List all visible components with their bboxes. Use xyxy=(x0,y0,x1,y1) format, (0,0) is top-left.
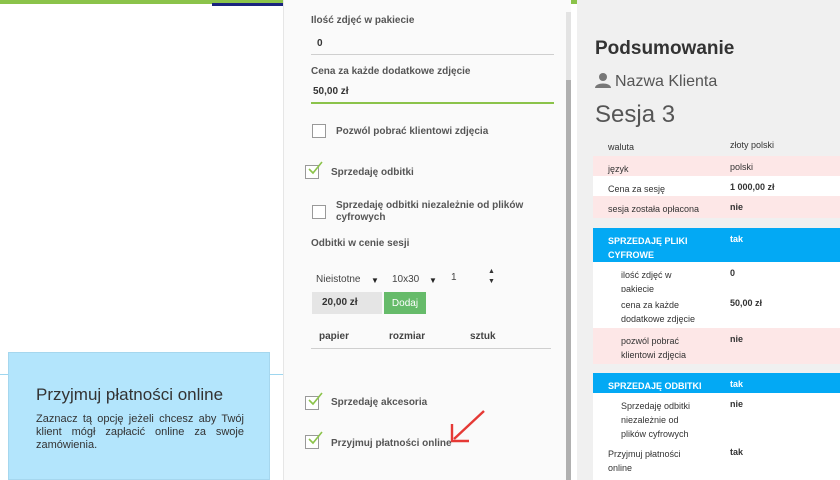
sell-accessories-label: Sprzedaję akcesoria xyxy=(331,397,428,408)
summary-key: Cena za sesję xyxy=(608,184,666,194)
add-print-button[interactable]: Dodaj xyxy=(384,292,426,314)
summary-value: tak xyxy=(730,447,744,457)
online-payments-checkbox[interactable] xyxy=(305,431,323,449)
column-header-size: rozmiar xyxy=(389,331,426,342)
summary-value: 0 xyxy=(730,268,736,278)
checkmark-icon xyxy=(308,431,323,445)
summary-panel: Podsumowanie Nazwa Klienta Sesja 3 walut… xyxy=(577,0,840,480)
tooltip-title: Przyjmuj płatności online xyxy=(36,385,224,404)
summary-value: 1 000,00 zł xyxy=(730,182,775,192)
summary-value: tak xyxy=(730,379,744,389)
sell-prints-independent-checkbox[interactable] xyxy=(312,205,326,219)
red-arrow-pointer-icon xyxy=(450,410,485,443)
sell-prints-checkbox[interactable] xyxy=(305,161,323,179)
paper-select[interactable]: Nieistotne xyxy=(316,274,360,285)
summary-row-online-payments: Przyjmuj płatności online tak xyxy=(593,441,840,480)
photos-count-label: Ilość zdjęć w pakiecie xyxy=(311,15,415,26)
summary-value: nie xyxy=(730,399,744,409)
summary-value: nie xyxy=(730,334,744,344)
summary-value: 50,00 zł xyxy=(730,298,763,308)
summary-title: Podsumowanie xyxy=(595,38,735,59)
extra-photo-price-input[interactable]: 50,00 zł xyxy=(313,86,349,97)
summary-row-language: język polski xyxy=(593,156,840,176)
summary-row-extra-photo-price: cena za każde dodatkowe zdjęcie 50,00 zł xyxy=(593,292,840,328)
prints-table-divider xyxy=(311,348,551,349)
client-name-text: Nazwa Klienta xyxy=(615,73,718,90)
quantity-down-icon[interactable]: ▼ xyxy=(488,278,495,285)
column-header-quantity: sztuk xyxy=(470,331,496,342)
summary-row-session-price: Cena za sesję 1 000,00 zł xyxy=(593,176,840,196)
session-settings-form: Ilość zdjęć w pakiecie 0 Cena za każde d… xyxy=(283,0,570,480)
summary-row-prints-independent: Sprzedaję odbitki niezależnie od plików … xyxy=(593,393,840,441)
paper-select-chevron-icon[interactable]: ▼ xyxy=(371,276,379,285)
user-icon xyxy=(595,73,611,88)
photos-count-underline xyxy=(311,54,554,55)
allow-download-checkbox[interactable] xyxy=(312,124,326,138)
tooltip-text: Zaznacz tą opcję jeżeli chcesz aby Twój … xyxy=(36,413,244,451)
help-tooltip: Przyjmuj płatności online Zaznacz tą opc… xyxy=(8,352,270,480)
summary-row-photos-count: ilość zdjęć w pakiecie 0 xyxy=(593,262,840,294)
summary-row-allow-download: pozwól pobrać klientowi zdjęcia nie xyxy=(593,328,840,364)
quantity-up-icon[interactable]: ▲ xyxy=(488,268,495,275)
extra-photo-price-underline xyxy=(311,102,554,104)
form-scrollbar-thumb[interactable] xyxy=(566,80,571,480)
summary-key: cena za każde dodatkowe zdjęcie xyxy=(621,300,696,324)
checkmark-icon xyxy=(308,161,323,175)
summary-row-session-paid: sesja została opłacona nie xyxy=(593,196,840,218)
checkmark-icon xyxy=(308,392,323,406)
summary-key: SPRZEDAJĘ PLIKI CYFROWE xyxy=(608,236,688,260)
summary-value: polski xyxy=(730,162,754,172)
summary-row-sell-prints-header: SPRZEDAJĘ ODBITKI tak xyxy=(593,373,840,393)
sell-accessories-checkbox[interactable] xyxy=(305,392,323,410)
summary-key: Przyjmuj płatności online xyxy=(608,449,681,473)
summary-value: złoty polski xyxy=(730,140,775,150)
summary-key: Sprzedaję odbitki niezależnie od plików … xyxy=(621,401,691,439)
size-select-chevron-icon[interactable]: ▼ xyxy=(429,276,437,285)
photos-count-input[interactable]: 0 xyxy=(317,38,323,49)
sell-prints-independent-label: Sprzedaję odbitki niezależnie od plików … xyxy=(336,200,524,223)
sell-prints-label: Sprzedaję odbitki xyxy=(331,167,414,178)
summary-row-currency: waluta złoty polski xyxy=(593,134,840,156)
quantity-input[interactable]: 1 xyxy=(451,272,457,283)
summary-key: sesja została opłacona xyxy=(608,204,700,214)
column-header-paper: papier xyxy=(319,331,350,342)
session-title: Sesja 3 xyxy=(595,101,676,128)
summary-key: pozwól pobrać klientowi zdjęcia xyxy=(621,336,687,360)
summary-row-sell-digital-header: SPRZEDAJĘ PLIKI CYFROWE tak xyxy=(593,228,840,262)
summary-value: nie xyxy=(730,202,744,212)
extra-photo-price-label: Cena za każde dodatkowe zdjęcie xyxy=(311,66,471,77)
online-payments-label: Przyjmuj płatności online xyxy=(331,438,452,449)
summary-key: SPRZEDAJĘ ODBITKI xyxy=(608,381,702,391)
client-name: Nazwa Klienta xyxy=(595,72,717,91)
allow-download-label: Pozwól pobrać klientowi zdjęcia xyxy=(336,126,489,137)
summary-key: waluta xyxy=(608,142,635,152)
size-select[interactable]: 10x30 xyxy=(392,274,419,285)
print-price-input[interactable]: 20,00 zł xyxy=(312,292,382,314)
summary-key: język xyxy=(608,164,629,174)
summary-value: tak xyxy=(730,234,744,244)
prints-in-price-label: Odbitki w cenie sesji xyxy=(311,238,410,249)
